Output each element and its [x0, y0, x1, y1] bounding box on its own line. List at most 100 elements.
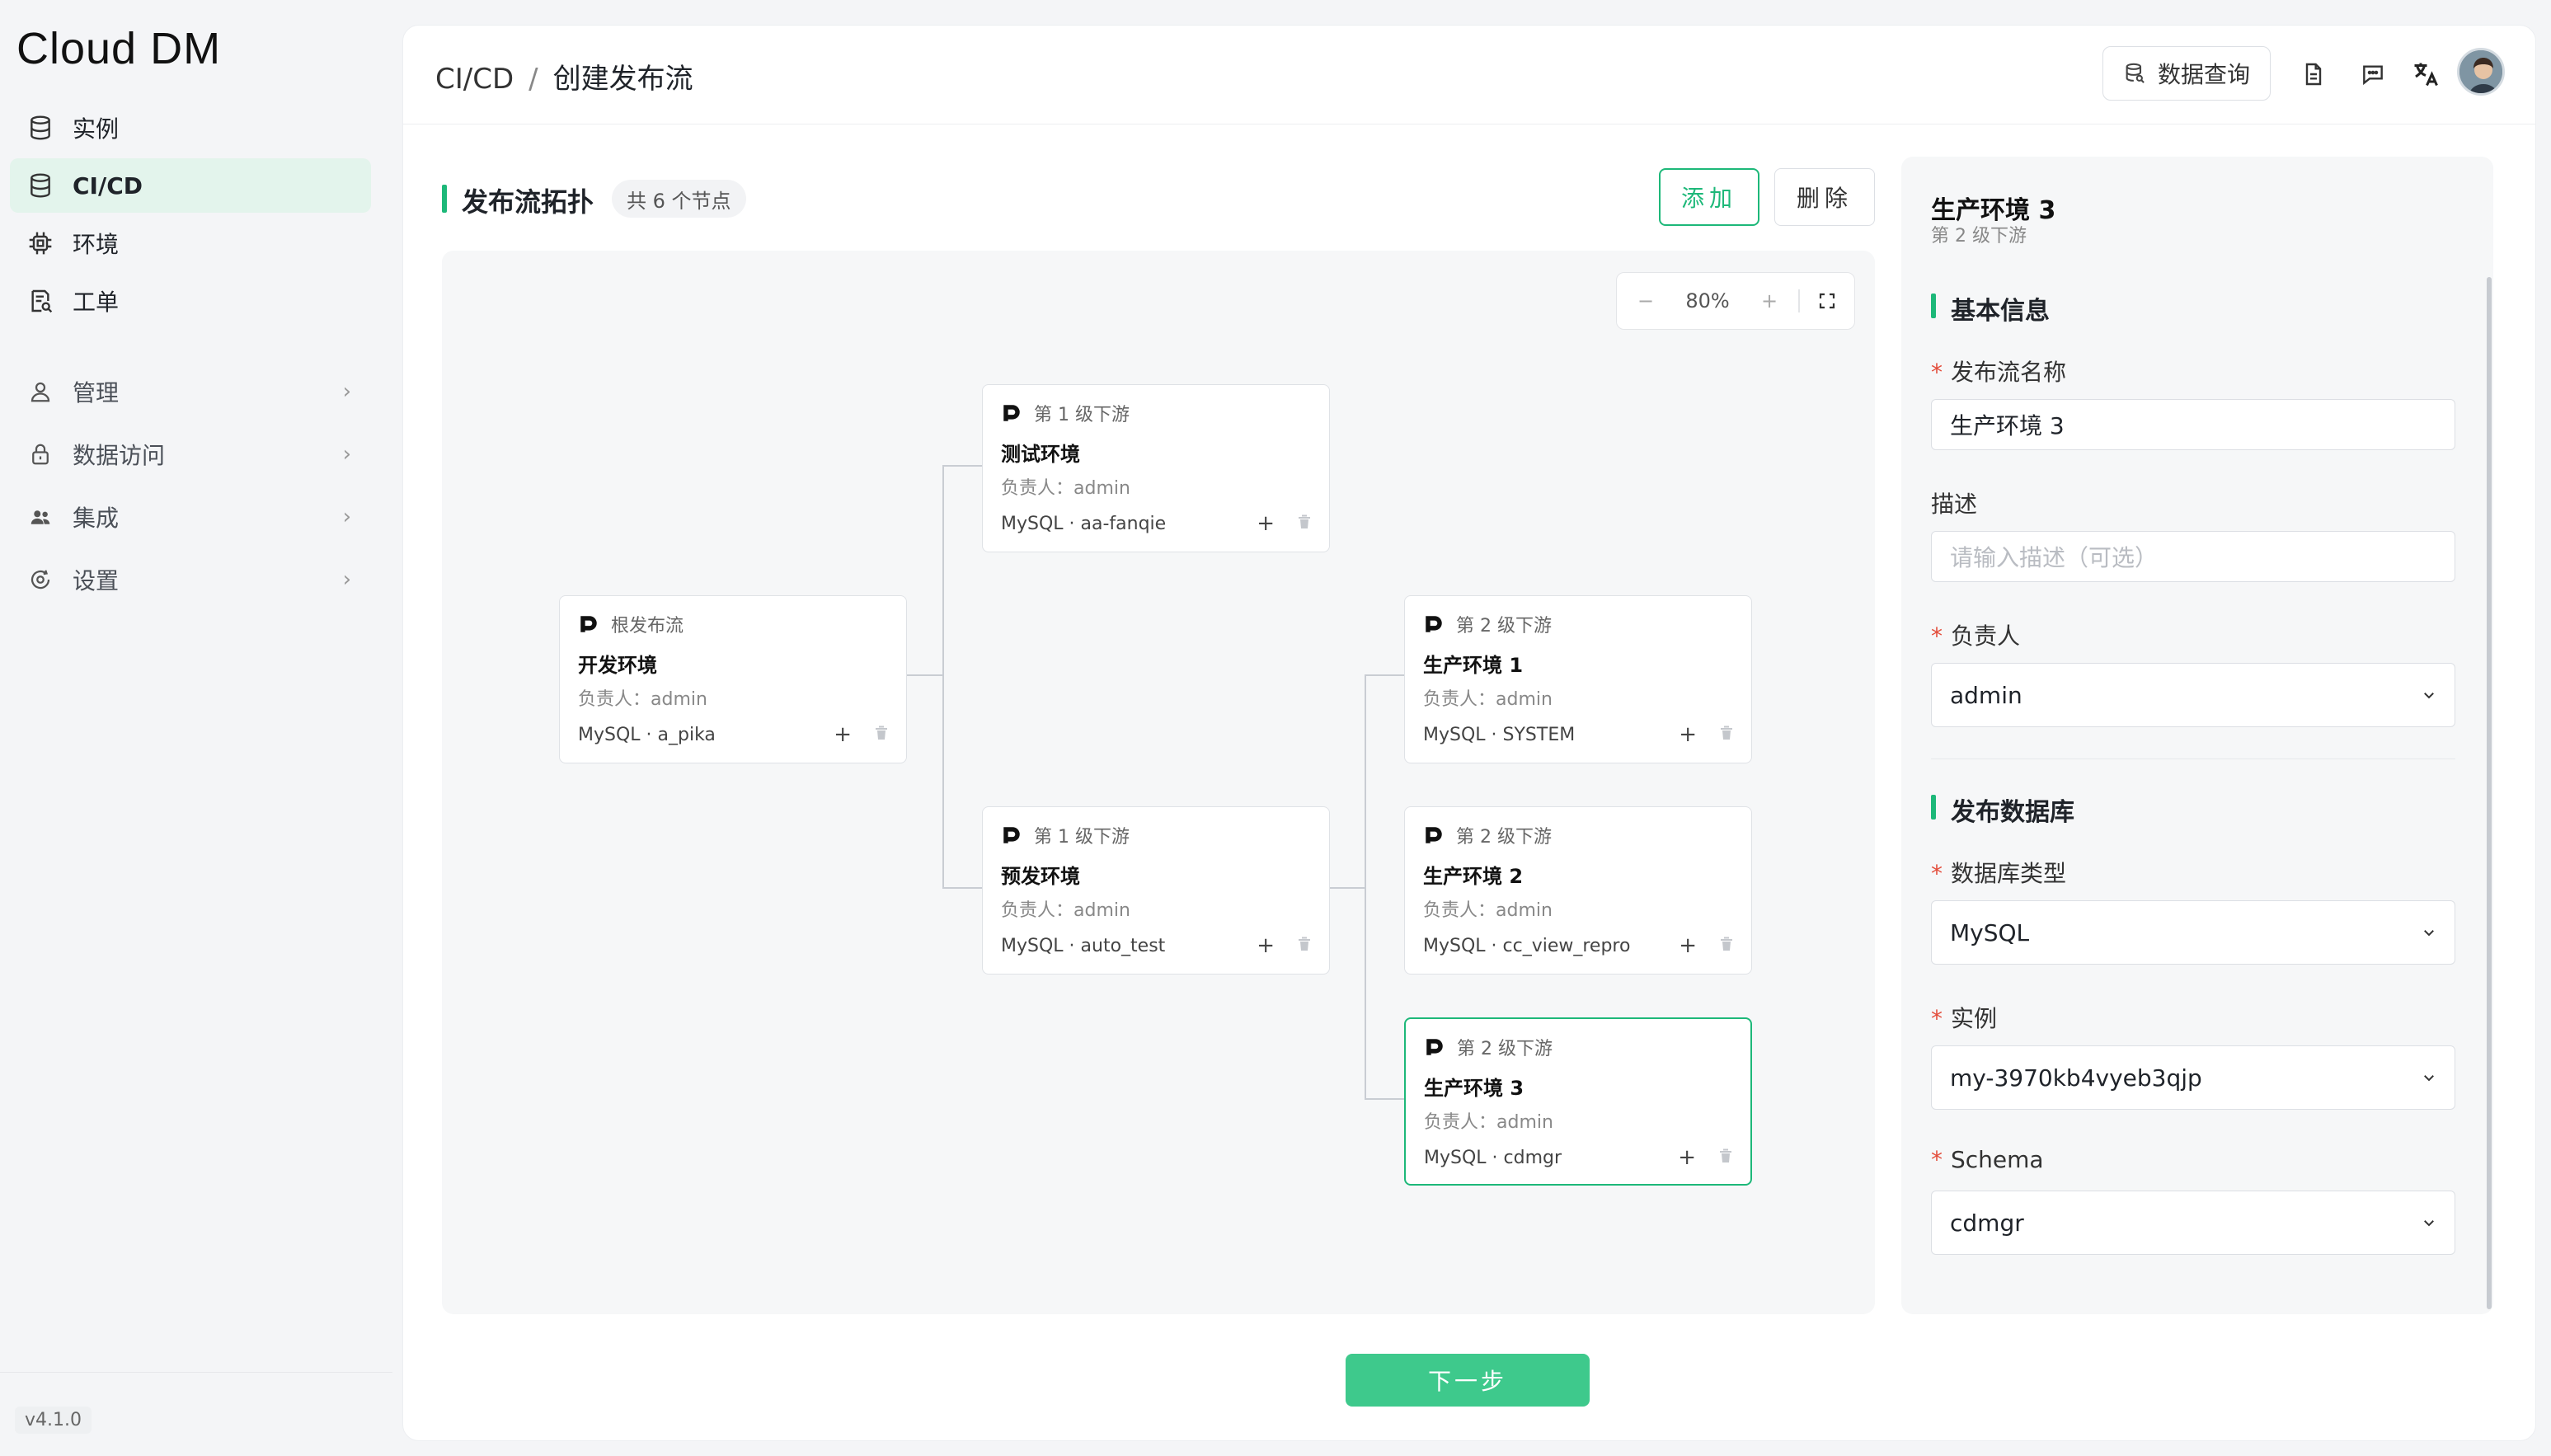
chat-icon[interactable]	[2355, 56, 2391, 92]
sidebar-item-instances[interactable]: 实例	[10, 101, 371, 155]
add-child-button[interactable]: +	[1257, 933, 1275, 958]
zoom-in-button[interactable]: +	[1741, 289, 1798, 312]
required-mark: *	[1931, 860, 1943, 887]
node-owner: 负责人：admin	[1423, 689, 1553, 710]
flow-node[interactable]: 第 2 级下游 生产环境 2 负责人：admin MySQL · cc_view_re…	[1404, 806, 1752, 975]
database-stack-icon	[26, 171, 54, 200]
topology-title: 发布流拓扑	[462, 186, 594, 218]
node-level: 第 2 级下游	[1423, 611, 1733, 637]
trash-icon[interactable]	[1719, 1148, 1732, 1167]
trash-icon[interactable]	[1298, 514, 1311, 533]
trash-icon[interactable]	[1720, 725, 1733, 744]
document-icon[interactable]	[2295, 56, 2332, 92]
add-child-button[interactable]: +	[1679, 722, 1697, 747]
dm-logo-icon	[580, 616, 597, 632]
flow-node[interactable]: 根发布流 开发环境 负责人：admin MySQL · a_pika +	[559, 595, 907, 763]
owner-label: * 负责人	[1931, 622, 2021, 650]
data-query-button[interactable]: 数据查询	[2102, 46, 2271, 101]
sidebar-item-label: 管理	[73, 379, 120, 406]
fullscreen-icon[interactable]	[1800, 291, 1854, 311]
node-name: 开发环境	[578, 654, 657, 677]
app-logo: Cloud DM	[16, 24, 222, 73]
required-mark: *	[1931, 359, 1943, 386]
schema-select[interactable]: cdmgr	[1931, 1191, 2455, 1255]
panel-scrollbar[interactable]	[2487, 277, 2492, 1309]
sidebar-item-label: CI/CD	[73, 171, 143, 200]
sidebar-group-settings[interactable]: 设置 ›	[10, 552, 371, 607]
section-accent-bar	[1931, 294, 1936, 318]
connector-line	[1365, 674, 1366, 1100]
delete-node-button[interactable]: 删除	[1774, 168, 1875, 226]
breadcrumb-parent[interactable]: CI/CD	[435, 63, 514, 96]
sidebar-divider	[0, 1372, 392, 1373]
trash-icon[interactable]	[875, 725, 888, 744]
node-level: 第 1 级下游	[1001, 822, 1311, 848]
breadcrumb: CI/CD / 创建发布流	[435, 56, 693, 96]
chevron-down-icon	[2424, 1220, 2434, 1227]
description-label: 描述	[1931, 491, 1978, 518]
breadcrumb-separator: /	[529, 63, 538, 96]
trash-icon[interactable]	[1298, 936, 1311, 956]
user-icon	[26, 378, 54, 406]
translate-icon[interactable]	[2408, 56, 2444, 92]
node-database: MySQL · cdmgr +	[1424, 1145, 1732, 1170]
sidebar-group-integration[interactable]: 集成 ›	[10, 490, 371, 544]
add-child-button[interactable]: +	[1678, 1145, 1696, 1170]
avatar[interactable]	[2457, 48, 2505, 96]
node-level: 第 2 级下游	[1424, 1034, 1732, 1060]
node-name: 生产环境 3	[1424, 1077, 1524, 1100]
sidebar-item-label: 实例	[73, 115, 120, 143]
sidebar-item-label: 数据访问	[73, 442, 166, 469]
chevron-right-icon: ›	[342, 379, 351, 404]
chevron-down-icon	[2424, 930, 2434, 937]
dm-logo-icon	[1003, 405, 1020, 421]
node-owner: 负责人：admin	[578, 689, 707, 710]
name-input[interactable]: 生产环境 3	[1931, 399, 2455, 450]
sidebar-group-data-access[interactable]: 数据访问 ›	[10, 427, 371, 481]
dm-logo-icon	[1003, 827, 1020, 843]
node-name: 测试环境	[1001, 443, 1080, 466]
node-owner: 负责人：admin	[1001, 478, 1130, 499]
data-query-label: 数据查询	[2157, 61, 2250, 88]
sidebar-group-manage[interactable]: 管理 ›	[10, 364, 371, 419]
sidebar-item-cicd[interactable]: CI/CD	[10, 158, 371, 213]
node-detail-panel	[1901, 157, 2493, 1314]
flow-node[interactable]: 第 1 级下游 预发环境 负责人：admin MySQL · auto_test +	[982, 806, 1330, 975]
node-name: 预发环境	[1001, 865, 1080, 888]
owner-select[interactable]: admin	[1931, 663, 2455, 727]
chevron-right-icon: ›	[342, 567, 351, 592]
database-section-heading: 发布数据库	[1951, 798, 2074, 827]
schema-value: cdmgr	[1950, 1209, 2024, 1237]
sidebar-item-label: 环境	[73, 231, 120, 258]
add-child-button[interactable]: +	[1679, 933, 1697, 958]
dbtype-select[interactable]: MySQL	[1931, 900, 2455, 965]
sidebar-item-environment[interactable]: 环境	[10, 216, 371, 270]
connector-line	[1329, 887, 1365, 889]
zoom-control: − 80% +	[1616, 272, 1855, 330]
chevron-right-icon: ›	[342, 505, 351, 529]
node-database: MySQL · a_pika +	[578, 722, 888, 747]
flow-node[interactable]: 第 2 级下游 生产环境 3 负责人：admin MySQL · cdmgr +	[1404, 1017, 1752, 1186]
sidebar-item-tickets[interactable]: 工单	[10, 274, 371, 328]
zoom-out-button[interactable]: −	[1617, 289, 1675, 312]
dbtype-value: MySQL	[1950, 918, 2030, 946]
node-database: MySQL · SYSTEM +	[1423, 722, 1733, 747]
node-database: MySQL · aa-fanqie +	[1001, 511, 1311, 536]
next-step-button[interactable]: 下一步	[1346, 1354, 1590, 1407]
flow-node[interactable]: 第 1 级下游 测试环境 负责人：admin MySQL · aa-fanqie +	[982, 384, 1330, 552]
trash-icon[interactable]	[1720, 936, 1733, 956]
flow-node[interactable]: 第 2 级下游 生产环境 1 负责人：admin MySQL · SYSTEM +	[1404, 595, 1752, 763]
lock-icon	[26, 440, 54, 468]
required-mark: *	[1931, 1146, 1943, 1173]
add-node-button[interactable]: 添加	[1659, 168, 1759, 226]
instance-select[interactable]: my-3970kb4vyeb3qjp	[1931, 1045, 2455, 1110]
database-icon	[26, 114, 54, 142]
description-input[interactable]: 请输入描述（可选）	[1931, 531, 2455, 582]
chevron-down-icon	[2424, 693, 2434, 699]
node-count-badge: 共 6 个节点	[612, 180, 746, 218]
add-child-button[interactable]: +	[1257, 511, 1275, 536]
add-child-button[interactable]: +	[834, 722, 852, 747]
schema-label: * Schema	[1931, 1146, 2044, 1173]
sidebar-item-label: 设置	[73, 567, 120, 594]
node-database: MySQL · cc_view_repro +	[1423, 933, 1733, 958]
